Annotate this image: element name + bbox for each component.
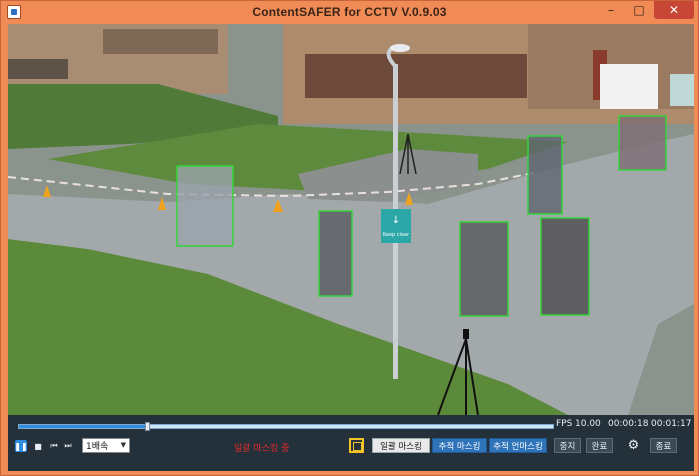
speed-select[interactable]: 1배속 ▼ [82,438,130,453]
batch-mask-button[interactable]: 일괄 마스킹 [372,438,430,453]
seek-bar[interactable] [18,422,554,431]
title-bar[interactable]: ContentSAFER for CCTV V.0.9.03 – □ ✕ [1,1,698,23]
blurred-person-5 [460,222,508,316]
blurred-person-6 [541,218,589,315]
chevron-down-icon: ▼ [120,441,126,449]
fps-value: 10.00 [575,419,601,429]
road-sign-arrow: ↓ [392,215,400,226]
prev-frame-button[interactable]: ⏮ [48,440,60,452]
main-building-windows [305,54,527,98]
current-time: 00:00:18 [608,419,649,429]
track-mask-button[interactable]: 추적 마스킹 [432,438,487,453]
seek-thumb[interactable] [145,422,150,431]
control-row: ❚❚ ■ ⏮ ⏭ 1배속 ▼ 일괄 마스킹 중 일괄 마스킹 추적 마스킹 추적… [8,437,694,457]
seek-progress [19,425,148,428]
video-frame[interactable]: ↓ Keep clear [8,24,694,415]
window-title: ContentSAFER for CCTV V.0.9.03 [252,5,447,19]
window-controls: – □ ✕ [598,1,694,21]
app-logo-icon [7,5,21,19]
road-sign-text: Keep clear [383,232,410,238]
speed-value: 1배속 [86,442,109,452]
stop-mask-button[interactable]: 중지 [554,438,581,453]
next-frame-button[interactable]: ⏭ [62,440,74,452]
blurred-person-3 [528,136,562,214]
exit-button[interactable]: 종료 [650,438,677,453]
track-unmask-button[interactable]: 추적 언마스킹 [489,438,547,453]
blurred-person-2 [319,211,352,296]
white-van [600,64,658,109]
stop-button[interactable]: ■ [32,440,44,452]
blurred-person-1 [177,166,233,246]
cctv-scene: ↓ Keep clear [8,24,694,415]
app-window: ContentSAFER for CCTV V.0.9.03 – □ ✕ ↓ K… [0,0,699,476]
parked-car [670,74,694,106]
masking-status: 일괄 마스킹 중 [234,444,290,454]
blurred-person-4 [619,116,666,170]
gear-icon[interactable]: ⚙ [626,438,641,453]
maximize-button[interactable]: □ [626,1,652,19]
player-controls: FPS 10.00 00:00:18 00:01:17 ❚❚ ■ ⏮ ⏭ 1배속… [8,415,694,471]
close-button[interactable]: ✕ [654,1,694,19]
fps-label: FPS [556,419,573,429]
left-building-windows [103,29,218,54]
total-time: 00:01:17 [651,419,692,429]
minimize-button[interactable]: – [598,1,624,19]
pause-button[interactable]: ❚❚ [14,440,28,452]
mask-region-icon[interactable] [349,438,364,453]
finish-button[interactable]: 완료 [586,438,613,453]
lamp-head [390,44,410,52]
left-building-ramp [8,59,68,79]
camera-on-tripod [463,329,469,339]
